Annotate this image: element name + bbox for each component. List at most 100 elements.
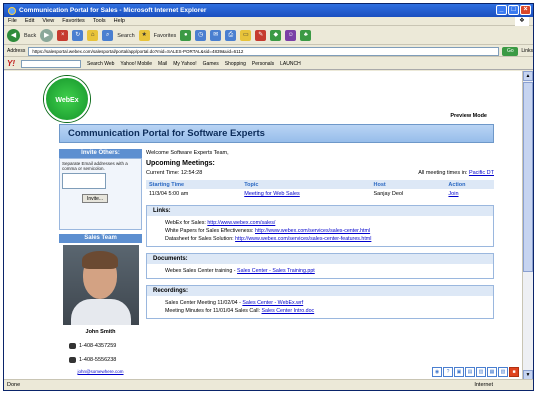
time-row: Current Time: 12:54:28 All meeting times…: [146, 170, 494, 176]
media-icon[interactable]: ●: [180, 30, 192, 41]
maximize-button[interactable]: □: [508, 5, 519, 15]
home-icon[interactable]: ⌂: [87, 30, 99, 41]
back-icon[interactable]: ◀: [7, 29, 20, 42]
yahoo-item-mail[interactable]: Mail: [158, 61, 167, 67]
research-icon[interactable]: ♣: [300, 30, 312, 41]
yahoo-logo[interactable]: Y!: [7, 59, 15, 68]
close-button[interactable]: ×: [520, 5, 531, 15]
tray-icon-7[interactable]: ▧: [498, 367, 508, 377]
tray-icon-2[interactable]: ?: [443, 367, 453, 377]
yahoo-toolbar: Y! Search Web Yahoo! Mobile Mail My Yaho…: [4, 58, 533, 70]
col-topic[interactable]: Topic: [241, 180, 371, 189]
zone-label: Internet: [474, 382, 493, 388]
scroll-up-icon[interactable]: ▲: [523, 71, 533, 81]
messenger-icon[interactable]: ☺: [285, 30, 297, 41]
sales-team-header: Sales Team: [59, 234, 142, 243]
discuss-icon[interactable]: ◆: [270, 30, 282, 41]
links-label[interactable]: Links: [521, 48, 533, 54]
address-input[interactable]: https://salesportal.webex.com/salesporta…: [28, 46, 500, 56]
menu-help[interactable]: Help: [114, 18, 125, 24]
col-action[interactable]: Action: [445, 180, 494, 189]
minutes-link[interactable]: Sales Center Intro.doc: [262, 308, 315, 314]
yahoo-item-my-yahoo[interactable]: My Yahoo!: [173, 61, 196, 67]
menu-tools[interactable]: Tools: [93, 18, 106, 24]
menu-favorites[interactable]: Favorites: [62, 18, 85, 24]
edit-icon[interactable]: ✎: [255, 30, 267, 41]
tray-icon-6[interactable]: ▦: [487, 367, 497, 377]
yahoo-item-games[interactable]: Games: [203, 61, 219, 67]
table-row: 11/3/04 5:00 am Meeting for Web Sales Sa…: [146, 189, 494, 199]
minimize-button[interactable]: _: [496, 5, 507, 15]
folder-icon[interactable]: ▭: [240, 30, 252, 41]
list-item: Meeting Minutes for 11/01/04 Sales Call:…: [165, 307, 489, 315]
list-item: Datasheet for Sales Solution: http://www…: [165, 235, 489, 243]
vertical-scrollbar[interactable]: ▲ ▼: [522, 71, 533, 380]
tray-icon-5[interactable]: ▥: [476, 367, 486, 377]
documents-panel: Documents: Webex Sales Center training -…: [146, 253, 494, 279]
window-title: Communication Portal for Sales - Microso…: [19, 7, 207, 14]
link-webex-sales[interactable]: http://www.webex.com/sales/: [207, 220, 275, 226]
meeting-time: 11/3/04 5:00 am: [149, 191, 189, 197]
tray-icon-4[interactable]: ▤: [465, 367, 475, 377]
status-text: Done: [7, 382, 21, 388]
sales-rep-photo: [62, 245, 139, 325]
menu-edit[interactable]: Edit: [25, 18, 34, 24]
link-white-papers[interactable]: http://www.webex.com/services/sales-cent…: [255, 228, 370, 234]
welcome-text: Welcome Software Experts Team,: [146, 150, 229, 156]
go-button[interactable]: Go: [502, 46, 519, 56]
address-bar: Address https://salesportal.webex.com/sa…: [4, 46, 533, 57]
timezone-link[interactable]: Pacific DT: [469, 170, 494, 176]
yahoo-item-launch[interactable]: LAUNCH: [280, 61, 301, 67]
sales-team-panel: Sales Team John Smith 1-408-4357259 1-40…: [59, 234, 142, 374]
stop-icon[interactable]: ×: [57, 30, 69, 41]
tray-icon-1[interactable]: ◉: [432, 367, 442, 377]
yahoo-item-shopping[interactable]: Shopping: [225, 61, 246, 67]
tray-icon-8[interactable]: ■: [509, 367, 519, 377]
list-item: Webex Sales Center training - Sales Cent…: [165, 267, 489, 275]
col-starting-time[interactable]: Starting Time: [146, 180, 242, 189]
links-panel: Links: WebEx for Sales: http://www.webex…: [146, 205, 494, 247]
scroll-thumb[interactable]: [523, 82, 533, 272]
favorites-icon[interactable]: ★: [138, 30, 150, 41]
mail-icon[interactable]: ✉: [210, 30, 222, 41]
mobile-number: 1-408-5556238: [79, 357, 117, 363]
menu-view[interactable]: View: [42, 18, 54, 24]
list-item: White Papers for Sales Effectiveness: ht…: [165, 227, 489, 235]
col-host[interactable]: Host: [370, 180, 446, 189]
documents-header: Documents:: [147, 254, 493, 264]
yahoo-item-personals[interactable]: Personals: [252, 61, 274, 67]
menu-file[interactable]: File: [8, 18, 17, 24]
search-icon[interactable]: ⌕: [102, 30, 114, 41]
document-link[interactable]: Sales Center - Sales Training.ppt: [237, 268, 315, 274]
portal-title: Communication Portal for Software Expert…: [59, 124, 494, 143]
invite-email-input[interactable]: [62, 173, 106, 189]
search-label[interactable]: Search: [117, 33, 134, 39]
tray-icon-3[interactable]: ▣: [454, 367, 464, 377]
yahoo-item-mobile[interactable]: Yahoo! Mobile: [120, 61, 152, 67]
current-time: Current Time: 12:54:28: [146, 170, 203, 176]
back-label[interactable]: Back: [24, 33, 36, 39]
list-item: WebEx for Sales: http://www.webex.com/sa…: [165, 219, 489, 227]
sales-rep-name: John Smith: [85, 329, 116, 335]
recordings-header: Recordings:: [147, 286, 493, 296]
yahoo-search-web-button[interactable]: Search Web: [87, 61, 114, 67]
address-label: Address: [7, 48, 26, 54]
links-header: Links:: [147, 206, 493, 216]
link-datasheet[interactable]: http://www.webex.com/services/sales-cent…: [235, 236, 371, 242]
join-link[interactable]: Join: [445, 189, 494, 199]
menu-bar: File Edit View Favorites Tools Help ❖: [4, 17, 533, 26]
refresh-icon[interactable]: ↻: [72, 30, 84, 41]
history-icon[interactable]: ◷: [195, 30, 207, 41]
favorites-label[interactable]: Favorites: [154, 33, 177, 39]
invite-button[interactable]: Invite...: [82, 194, 108, 203]
webex-logo: WebEx: [44, 76, 90, 122]
yahoo-search-input[interactable]: [21, 59, 81, 68]
sales-rep-email[interactable]: john@somewhere.com: [59, 369, 142, 374]
print-icon[interactable]: ⎙: [225, 30, 237, 41]
recording-link[interactable]: Sales Center - WebEx.wrf: [242, 300, 303, 306]
invite-panel: Separate Email addresses with a comma or…: [59, 158, 142, 230]
preview-mode-label: Preview Mode: [450, 113, 487, 119]
timezone-label: All meeting times in:: [418, 170, 468, 176]
meeting-topic-link[interactable]: Meeting for Web Sales: [241, 189, 370, 199]
forward-icon[interactable]: ▶: [40, 29, 54, 42]
